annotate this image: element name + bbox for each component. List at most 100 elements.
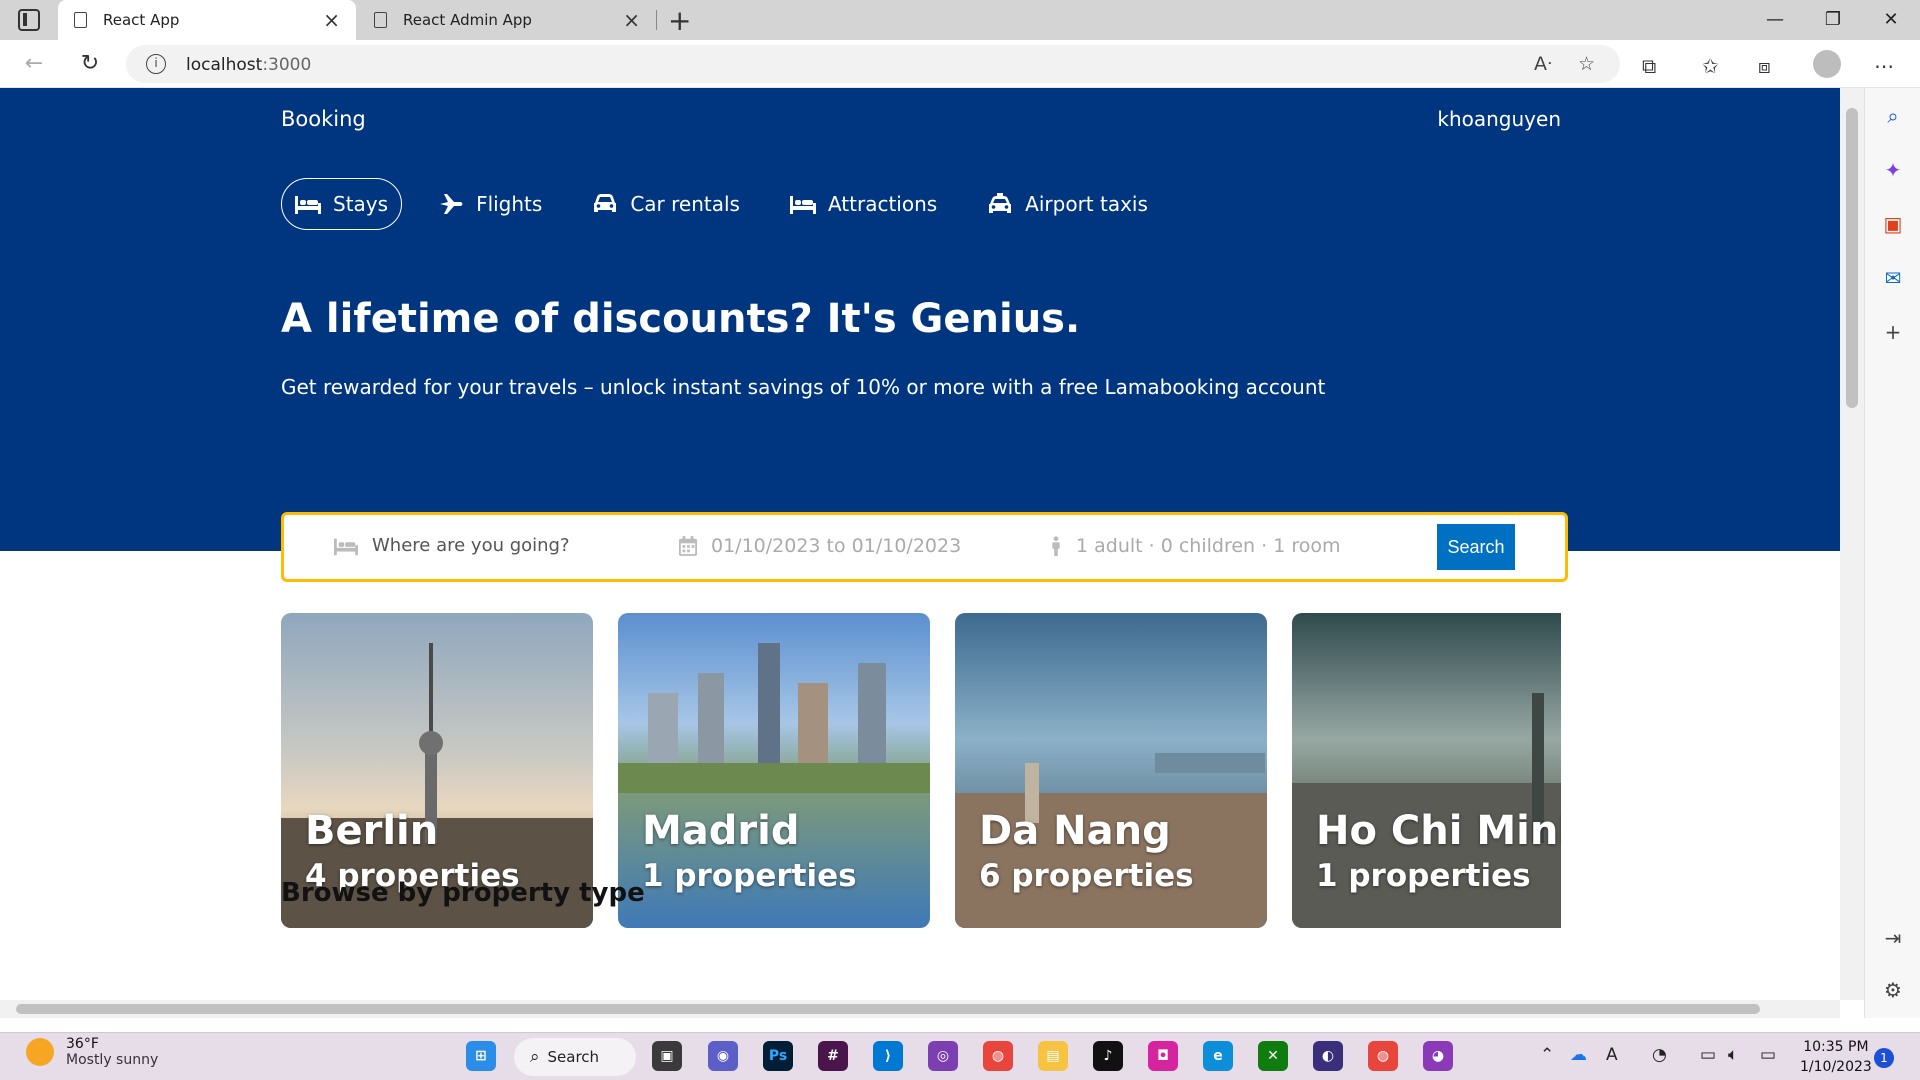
search-icon: ⌕ [530, 1047, 540, 1067]
nav-label: Flights [476, 192, 543, 216]
more-icon[interactable]: ⋯ [1874, 54, 1894, 78]
browser-tab-react-admin[interactable]: React Admin App × [358, 0, 656, 40]
nav-label: Car rentals [630, 192, 740, 216]
copilot-icon[interactable]: ✦ [1881, 158, 1905, 182]
calendar-icon [679, 536, 697, 556]
collections-icon[interactable]: ⧈ [1758, 54, 1771, 78]
chrome-profile-icon[interactable]: ◍ [1368, 1041, 1398, 1071]
tiktok-icon[interactable]: ♪ [1093, 1041, 1123, 1071]
search-icon[interactable]: ⌕ [1881, 104, 1905, 128]
tab-title: React App [103, 11, 180, 29]
clock[interactable]: 10:35 PM 1/10/2023 [1800, 1037, 1872, 1077]
slack-icon[interactable]: # [818, 1041, 848, 1071]
plane-icon [440, 194, 463, 214]
edge-sidebar: ⌕ ✦ ▣ ✉ + ⇥ ⚙ [1864, 88, 1920, 1018]
add-favorite-icon[interactable]: ☆ [1578, 53, 1595, 75]
extensions-icon[interactable]: ⧉ [1642, 54, 1656, 78]
chevron-up-icon[interactable]: ⌃ [1540, 1045, 1554, 1065]
scroll-thumb[interactable] [16, 1004, 1760, 1014]
notification-badge[interactable]: 1 [1874, 1048, 1894, 1068]
logo[interactable]: Booking [281, 107, 366, 131]
hero-description: Get rewarded for your travels – unlock i… [281, 375, 1326, 399]
restore-icon[interactable]: ❐ [1804, 0, 1862, 40]
font-icon[interactable]: A [1606, 1045, 1618, 1065]
nav-label: Airport taxis [1025, 192, 1148, 216]
nav-item-attractions[interactable]: Attractions [776, 178, 951, 230]
window-controls: — ❐ ✕ [1746, 0, 1920, 40]
start-icon[interactable]: ⊞ [466, 1041, 496, 1071]
close-window-icon[interactable]: ✕ [1862, 0, 1920, 40]
taskbar-search[interactable]: ⌕ Search [514, 1038, 636, 1076]
date-field[interactable]: 01/10/2023 to 01/10/2023 [679, 535, 961, 557]
bed-icon [334, 538, 358, 555]
city-card-ho-chi-minh[interactable]: Ho Chi Minh 1 properties [1292, 613, 1561, 928]
minimize-icon[interactable]: — [1746, 0, 1804, 40]
scroll-thumb[interactable] [1846, 108, 1858, 408]
destination-input[interactable]: Where are you going? [372, 535, 570, 556]
city-name: Da Nang [979, 808, 1171, 854]
onedrive-icon[interactable]: ☁ [1570, 1045, 1587, 1065]
sidebar-toggle-icon[interactable]: ⇥ [1881, 926, 1905, 950]
url-text: localhost:3000 [186, 55, 312, 75]
city-properties: 1 properties [1316, 858, 1531, 894]
username[interactable]: khoanguyen [1437, 107, 1561, 131]
vscode-icon[interactable]: ⟩ [873, 1041, 903, 1071]
add-icon[interactable]: + [1881, 320, 1905, 344]
task-view-icon[interactable]: ▣ [652, 1041, 682, 1071]
network-icon[interactable]: ▭ [1700, 1045, 1716, 1065]
browser-tab-react-app[interactable]: React App × [58, 0, 356, 40]
close-icon[interactable]: × [623, 8, 640, 32]
page-viewport: Booking khoanguyen Stays Flights Car ren… [0, 88, 1840, 1000]
app-icon[interactable]: ◎ [928, 1041, 958, 1071]
tab-divider [656, 10, 657, 30]
profile-avatar[interactable] [1813, 50, 1841, 78]
teams-icon[interactable]: ◉ [708, 1041, 738, 1071]
nav-item-flights[interactable]: Flights [424, 178, 556, 230]
search-button[interactable]: Search [1437, 524, 1515, 570]
office-icon[interactable]: ▣ [1881, 212, 1905, 236]
edge-icon[interactable]: e [1203, 1041, 1233, 1071]
outlook-icon[interactable]: ✉ [1881, 266, 1905, 290]
weather-widget[interactable]: 36°F Mostly sunny [26, 1036, 158, 1068]
xbox-icon[interactable]: ✕ [1258, 1041, 1288, 1071]
battery-icon[interactable]: ▭ [1760, 1045, 1776, 1065]
city-card-da-nang[interactable]: Da Nang 6 properties [955, 613, 1267, 928]
nav-item-airport-taxis[interactable]: Airport taxis [973, 178, 1162, 230]
nav-item-stays[interactable]: Stays [281, 178, 403, 230]
refresh-icon[interactable]: ↻ [74, 48, 106, 80]
focus-icon[interactable]: ◔ [1652, 1045, 1667, 1065]
nav-item-car-rentals[interactable]: Car rentals [578, 178, 754, 230]
instagram-icon[interactable]: ◘ [1148, 1041, 1178, 1071]
person-icon [1052, 536, 1060, 556]
browser-tab-bar: React App × React Admin App × + — ❐ ✕ [0, 0, 1920, 40]
city-card-madrid[interactable]: Madrid 1 properties [618, 613, 930, 928]
destination-field[interactable]: Where are you going? [334, 535, 570, 556]
tab-actions-icon[interactable] [18, 9, 40, 31]
weather-temp: 36°F [66, 1036, 99, 1052]
chrome-icon[interactable]: ◍ [983, 1041, 1013, 1071]
file-explorer-icon[interactable]: ▤ [1038, 1041, 1068, 1071]
city-name: Berlin [305, 808, 439, 854]
photoshop-icon[interactable]: Ps [763, 1041, 793, 1071]
date-range-text: 01/10/2023 to 01/10/2023 [711, 535, 962, 557]
horizontal-scrollbar[interactable] [0, 1000, 1840, 1018]
settings-icon[interactable]: ⚙ [1881, 978, 1905, 1002]
taskbar: 36°F Mostly sunny ⊞ ⌕ Search ▣ ◉ Ps # ⟩ ◎… [0, 1032, 1920, 1080]
read-aloud-icon[interactable]: Aᐧ [1534, 53, 1552, 75]
guests-field[interactable]: 1 adult · 0 children · 1 room [1050, 535, 1340, 557]
info-icon[interactable]: i [146, 54, 166, 74]
city-properties: 6 properties [979, 858, 1194, 894]
page-icon [374, 12, 387, 28]
volume-icon[interactable]: 🔈︎ [1728, 1045, 1738, 1065]
app-icon[interactable]: ◐ [1313, 1041, 1343, 1071]
nav-label: Stays [333, 192, 389, 216]
vertical-scrollbar[interactable] [1840, 88, 1864, 1000]
new-tab-icon[interactable]: + [668, 4, 691, 37]
city-name: Ho Chi Minh [1316, 808, 1561, 854]
github-icon[interactable]: ◕ [1423, 1041, 1453, 1071]
close-icon[interactable]: × [323, 8, 340, 32]
favorites-icon[interactable]: ✩ [1702, 54, 1719, 78]
back-icon[interactable]: ← [18, 48, 50, 80]
nav-label: Attractions [827, 192, 938, 216]
address-bar[interactable]: i localhost:3000 Aᐧ ☆ [126, 45, 1620, 83]
